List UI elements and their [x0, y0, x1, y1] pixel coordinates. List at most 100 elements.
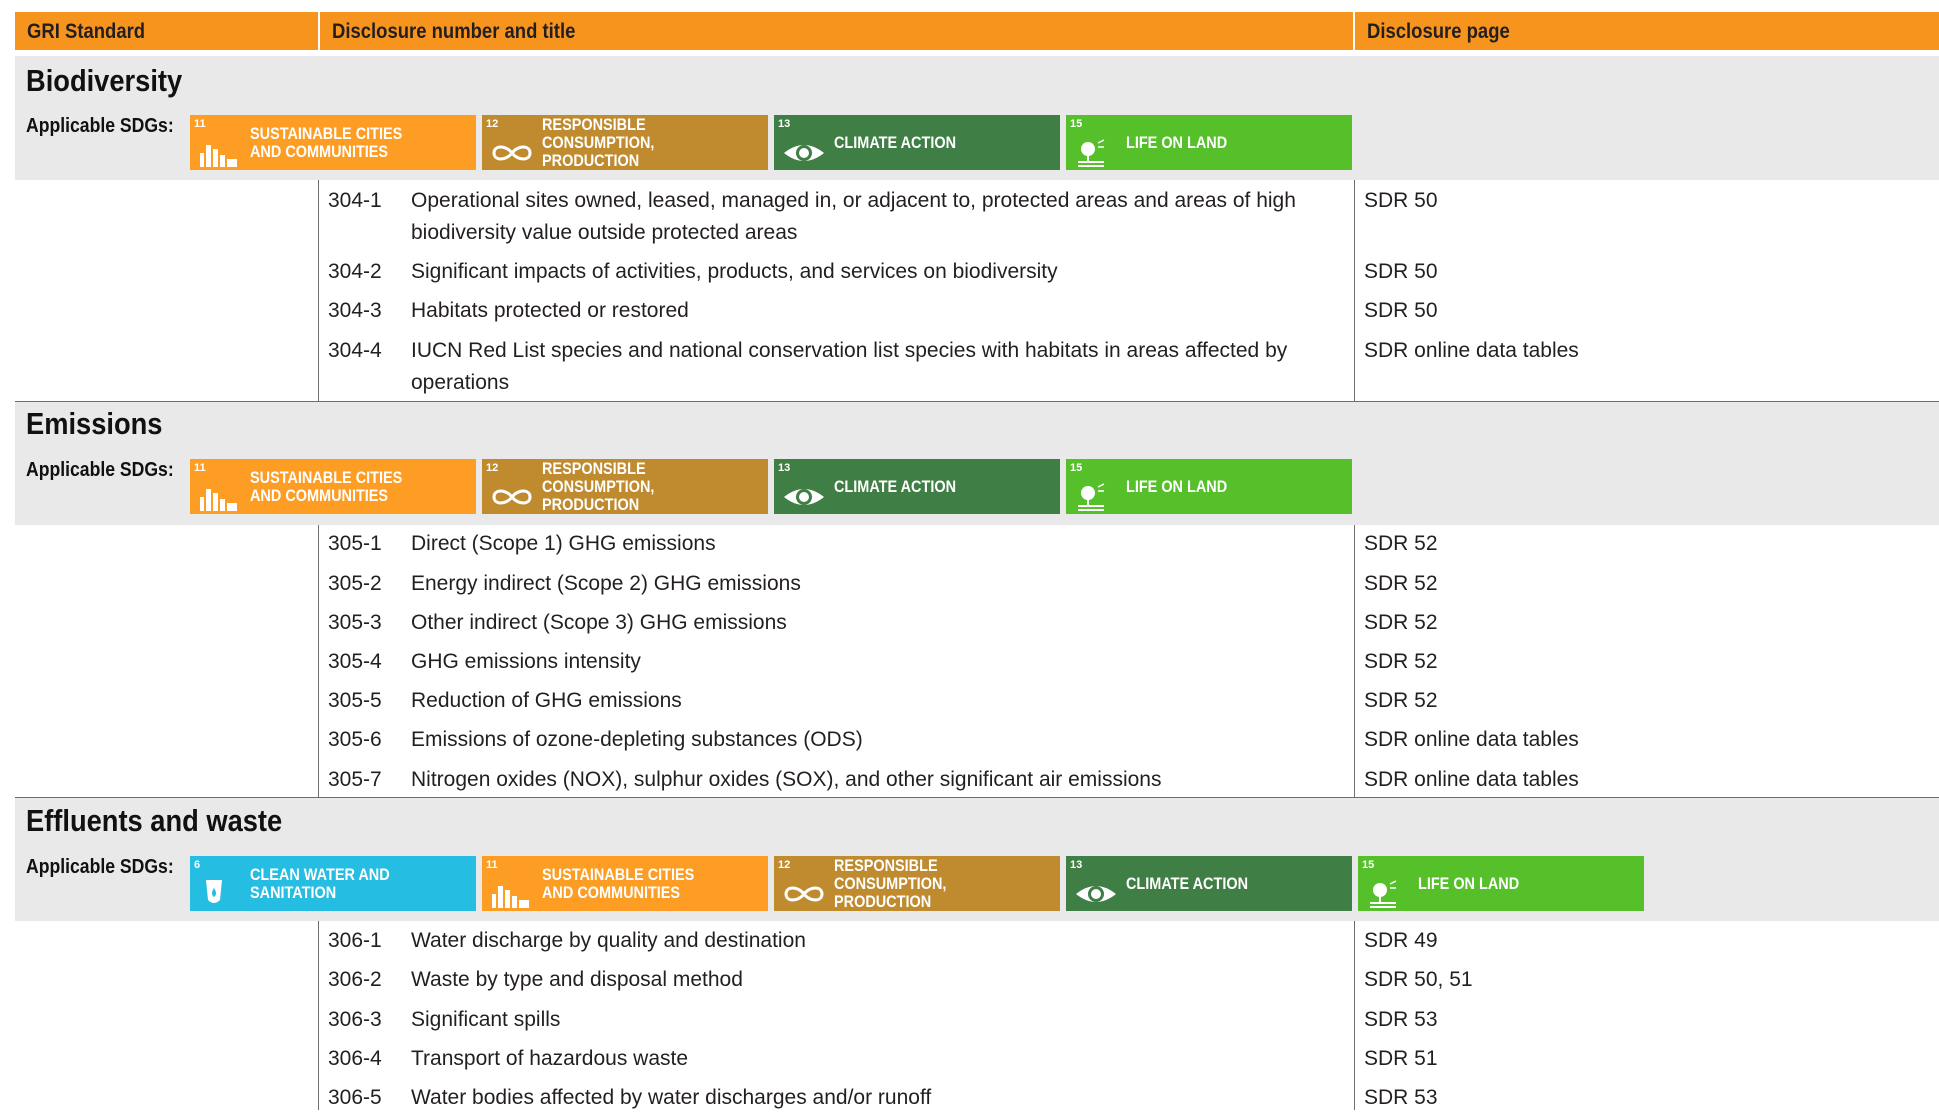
disclosure-page: SDR 52: [1364, 572, 1438, 595]
disclosure-code: 305-7: [328, 768, 382, 791]
disclosure-code: 305-3: [328, 611, 382, 634]
sdg-number: 12: [486, 118, 499, 130]
sdg-label: SUSTAINABLE CITIES AND COMMUNITIES: [542, 864, 695, 902]
disclosure-code: 304-1: [328, 189, 382, 212]
sdg-number: 13: [778, 118, 791, 130]
eye-globe-icon: [784, 489, 824, 505]
header-gri-standard: GRI Standard: [15, 12, 318, 50]
sdg-tile-13: 13 CLIMATE ACTION: [774, 115, 1060, 170]
sdg-tile-11: 11 SUSTAINABLE CITIES AND COMMUNITIES: [482, 856, 768, 911]
sdg-tile-13: 13 CLIMATE ACTION: [774, 459, 1060, 514]
tree-icon: [1370, 880, 1397, 908]
infinity-icon: [492, 489, 532, 505]
disclosure-page: SDR 50, 51: [1364, 968, 1473, 991]
disclosure-title: Transport of hazardous waste: [411, 1047, 689, 1070]
column-divider: [1354, 921, 1355, 1110]
infinity-icon: [784, 886, 824, 902]
sdg-tile-15: 15 LIFE ON LAND: [1066, 115, 1352, 170]
disclosure-page: SDR 50: [1364, 260, 1438, 283]
sdg-label: LIFE ON LAND: [1126, 476, 1228, 496]
sdg-label: RESPONSIBLE CONSUMPTION, PRODUCTION: [542, 114, 655, 170]
disclosure-code: 304-4: [328, 339, 382, 362]
sdg-tile-12: 12 RESPONSIBLE CONSUMPTION, PRODUCTION: [482, 459, 768, 514]
city-icon: [200, 145, 237, 167]
column-divider: [318, 180, 319, 401]
sdg-label: CLEAN WATER AND SANITATION: [250, 864, 390, 902]
applicable-sdgs-label: Applicable SDGs:: [26, 459, 174, 481]
sdg-label: SUSTAINABLE CITIES AND COMMUNITIES: [250, 467, 403, 505]
disclosure-code: 306-2: [328, 968, 382, 991]
sdg-label: SUSTAINABLE CITIES AND COMMUNITIES: [250, 123, 403, 161]
disclosure-page: SDR 53: [1364, 1008, 1438, 1031]
disclosure-title: Direct (Scope 1) GHG emissions: [411, 532, 716, 555]
section-title: Biodiversity: [26, 63, 183, 98]
section-title: Emissions: [26, 406, 163, 441]
disclosure-page: SDR 50: [1364, 299, 1438, 322]
column-divider: [1354, 180, 1355, 401]
disclosure-page: SDR 52: [1364, 650, 1438, 673]
disclosure-code: 305-4: [328, 650, 382, 673]
column-divider: [318, 525, 319, 797]
disclosure-page: SDR online data tables: [1364, 339, 1579, 362]
sdg-tile-11: 11 SUSTAINABLE CITIES AND COMMUNITIES: [190, 459, 476, 514]
city-icon: [492, 886, 529, 908]
sdg-label: RESPONSIBLE CONSUMPTION, PRODUCTION: [834, 855, 947, 911]
water-drop-icon: [206, 880, 222, 903]
sdg-number: 15: [1070, 462, 1083, 474]
sdg-tile-13: 13 CLIMATE ACTION: [1066, 856, 1352, 911]
sdg-label: CLIMATE ACTION: [834, 476, 957, 496]
sdg-number: 11: [486, 859, 498, 871]
disclosure-code: 305-2: [328, 572, 382, 595]
disclosure-page: SDR online data tables: [1364, 728, 1579, 751]
sdg-number: 11: [194, 462, 206, 474]
sdg-tile-12: 12 RESPONSIBLE CONSUMPTION, PRODUCTION: [482, 115, 768, 170]
disclosure-title: Significant spills: [411, 1008, 561, 1031]
sdg-tile-12: 12 RESPONSIBLE CONSUMPTION, PRODUCTION: [774, 856, 1060, 911]
sdg-number: 12: [486, 462, 499, 474]
disclosure-page: SDR 53: [1364, 1086, 1438, 1109]
disclosure-title: Water bodies affected by water discharge…: [411, 1086, 932, 1109]
disclosure-title: Habitats protected or restored: [411, 299, 689, 322]
disclosure-code: 306-4: [328, 1047, 382, 1070]
disclosure-code: 306-1: [328, 929, 382, 952]
column-divider: [1354, 525, 1355, 797]
sdg-label: LIFE ON LAND: [1126, 132, 1228, 152]
infinity-icon: [492, 145, 532, 161]
sdg-number: 13: [1070, 859, 1083, 871]
sdg-number: 13: [778, 462, 791, 474]
disclosure-page: SDR 52: [1364, 611, 1438, 634]
disclosure-title: Waste by type and disposal method: [411, 968, 743, 991]
disclosure-title: Water discharge by quality and destinati…: [411, 929, 806, 952]
sdg-tile-15: 15 LIFE ON LAND: [1066, 459, 1352, 514]
sdg-label: CLIMATE ACTION: [1126, 873, 1249, 893]
disclosure-code: 306-5: [328, 1086, 382, 1109]
column-divider: [318, 921, 319, 1110]
disclosure-title: Nitrogen oxides (NOX), sulphur oxides (S…: [411, 768, 1162, 791]
disclosure-title: Emissions of ozone-depleting substances …: [411, 728, 863, 751]
disclosure-title: GHG emissions intensity: [411, 650, 641, 673]
disclosure-title: Other indirect (Scope 3) GHG emissions: [411, 611, 787, 634]
disclosure-page: SDR 49: [1364, 929, 1438, 952]
disclosure-code: 306-3: [328, 1008, 382, 1031]
disclosure-code: 305-6: [328, 728, 382, 751]
disclosure-title: Energy indirect (Scope 2) GHG emissions: [411, 572, 801, 595]
sdg-number: 11: [194, 118, 206, 130]
sdg-number: 15: [1362, 859, 1375, 871]
header-disclosure-page: Disclosure page: [1355, 12, 1939, 50]
disclosure-title: Significant impacts of activities, produ…: [411, 260, 1058, 283]
disclosure-page: SDR 52: [1364, 689, 1438, 712]
disclosure-title: IUCN Red List species and national conse…: [411, 339, 1288, 394]
sdg-label: RESPONSIBLE CONSUMPTION, PRODUCTION: [542, 458, 655, 514]
applicable-sdgs-label: Applicable SDGs:: [26, 856, 174, 878]
disclosure-code: 305-1: [328, 532, 382, 555]
disclosure-page: SDR 51: [1364, 1047, 1438, 1070]
applicable-sdgs-label: Applicable SDGs:: [26, 115, 174, 137]
sdg-label: LIFE ON LAND: [1418, 873, 1520, 893]
sdg-tile-15: 15 LIFE ON LAND: [1358, 856, 1644, 911]
disclosure-title: Reduction of GHG emissions: [411, 689, 682, 712]
eye-globe-icon: [784, 145, 824, 161]
sdg-label: CLIMATE ACTION: [834, 132, 957, 152]
sdg-tile-11: 11 SUSTAINABLE CITIES AND COMMUNITIES: [190, 115, 476, 170]
disclosure-code: 304-2: [328, 260, 382, 283]
disclosure-page: SDR 50: [1364, 189, 1438, 212]
